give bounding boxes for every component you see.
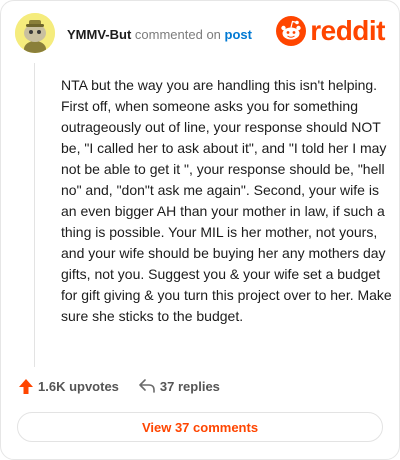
reddit-logo: reddit — [276, 15, 385, 47]
commented-on-text: commented on — [134, 27, 221, 42]
comment-meta: YMMV-But commented on post — [67, 27, 252, 42]
username[interactable]: YMMV-But — [67, 27, 131, 42]
view-comments-button[interactable]: View 37 comments — [17, 412, 383, 442]
replies-button[interactable]: 37 replies — [139, 379, 220, 394]
user-avatar[interactable] — [15, 13, 55, 53]
post-link[interactable]: post — [225, 27, 252, 42]
comment-body: NTA but the way you are handling this is… — [61, 77, 392, 324]
reddit-snoo-icon — [276, 16, 307, 46]
comment-actions: 1.6K upvotes 37 replies — [19, 375, 220, 397]
arrow-up-icon — [19, 378, 33, 394]
replies-count: 37 replies — [159, 378, 220, 394]
upvote-button[interactable]: 1.6K upvotes — [19, 378, 119, 394]
thread-line[interactable] — [34, 63, 35, 367]
reply-arrow-icon — [139, 379, 155, 393]
snoo-avatar-icon — [15, 13, 55, 53]
comment-header: YMMV-But commented on post reddit — [15, 13, 385, 57]
upvote-count: 1.6K upvotes — [38, 378, 119, 394]
comment-card: YMMV-But commented on post reddit NTA bu… — [0, 0, 400, 460]
reddit-wordmark: reddit — [310, 15, 385, 46]
